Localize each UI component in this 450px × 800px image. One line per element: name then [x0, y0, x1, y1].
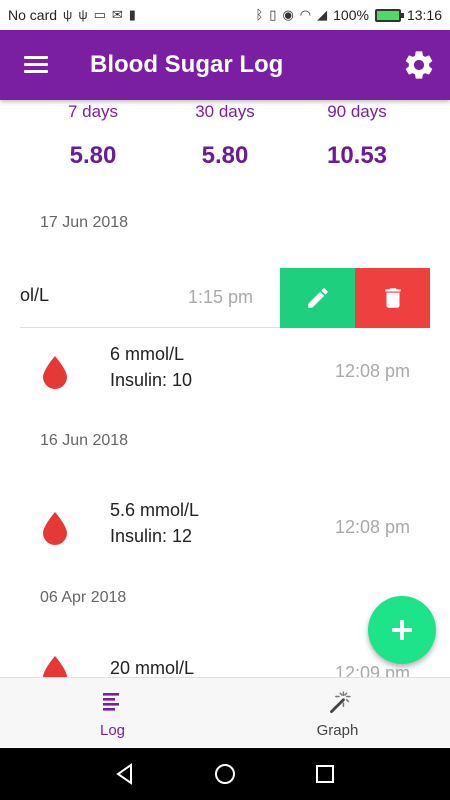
list-icon — [103, 693, 119, 711]
nav-log-label: Log — [99, 722, 126, 739]
entry-time: 12:08 pm — [334, 361, 410, 381]
back-icon[interactable] — [113, 762, 137, 786]
usb-icon: ψ — [63, 7, 73, 22]
bluetooth-icon: ᛒ — [255, 7, 264, 22]
entry-value-fragment: ol/L — [20, 285, 50, 305]
avg-label-30-days: 30 days — [195, 102, 255, 121]
nav-graph[interactable]: Graph — [225, 678, 450, 748]
date-header: 17 Jun 2018 — [40, 214, 129, 231]
entry-insulin: Insulin: 10 — [110, 370, 193, 390]
plus-icon — [392, 620, 412, 640]
avg-label-7-days: 7 days — [67, 102, 119, 121]
list-item[interactable]: 6 mmol/L Insulin: 10 12:08 pm — [0, 340, 450, 410]
date-header: 06 Apr 2018 — [40, 589, 127, 606]
edit-button[interactable] — [280, 268, 355, 328]
delete-button[interactable] — [355, 268, 430, 328]
magic-wand-icon — [330, 691, 351, 714]
hamburger-menu-icon[interactable] — [18, 52, 62, 80]
add-entry-button[interactable] — [368, 596, 436, 664]
date-header: 16 Jun 2018 — [40, 432, 129, 449]
status-bar: No card ψ ψ ▭ ✉ ▮ ᛒ ▯ ◉ ◠ ◢ 100% 13:16 — [0, 0, 450, 30]
entry-value: 5.6 mmol/L — [110, 500, 200, 520]
blood-drop-icon — [43, 356, 67, 389]
recent-apps-icon[interactable] — [313, 762, 337, 786]
swiped-list-item[interactable]: ol/L 1:15 pm — [0, 268, 450, 328]
clock: 13:16 — [406, 7, 442, 23]
entry-value: 20 mmol/L — [110, 658, 195, 678]
battery-percent: 100% — [333, 7, 369, 23]
carrier-text: No card — [8, 7, 58, 23]
pencil-icon — [308, 288, 328, 308]
averages-panel: 7 days 30 days 90 days 5.80 5.80 10.53 — [0, 100, 450, 200]
bottom-navigation: Log Graph — [0, 677, 450, 747]
wifi-icon: ◠ — [299, 7, 312, 22]
signal-icon: ◢ — [317, 7, 328, 22]
screen-icon: ▭ — [93, 7, 106, 22]
list-item[interactable]: 5.6 mmol/L Insulin: 12 12:08 pm — [0, 496, 450, 566]
entry-insulin: Insulin: 12 — [110, 526, 193, 546]
avg-value-30-days: 5.80 — [201, 142, 249, 169]
nav-graph-label: Graph — [316, 722, 359, 739]
nav-log[interactable]: Log — [0, 678, 225, 748]
entry-value: 6 mmol/L — [110, 344, 185, 364]
home-icon[interactable] — [213, 762, 237, 786]
divider — [20, 327, 282, 328]
eye-icon: ◉ — [282, 7, 294, 22]
avg-value-7-days: 5.80 — [69, 142, 117, 169]
avg-label-90-days: 90 days — [327, 102, 387, 121]
avg-value-90-days: 10.53 — [326, 142, 388, 169]
trash-icon — [385, 288, 401, 308]
sd-card-icon: ▮ — [128, 7, 136, 22]
vibrate-icon: ▯ — [269, 7, 277, 22]
entry-time: 1:15 pm — [188, 287, 254, 307]
system-navigation-bar — [0, 748, 450, 800]
screen: No card ψ ψ ▭ ✉ ▮ ᛒ ▯ ◉ ◠ ◢ 100% 13:16 B… — [0, 0, 450, 800]
battery-icon — [374, 8, 404, 22]
mail-icon: ✉ — [111, 7, 123, 22]
app-bar: Blood Sugar Log — [0, 30, 450, 100]
gear-icon[interactable] — [402, 48, 436, 82]
usb-icon: ψ — [78, 7, 88, 22]
entry-time: 12:08 pm — [334, 517, 410, 537]
page-title: Blood Sugar Log — [90, 51, 284, 78]
blood-drop-icon — [43, 512, 67, 545]
